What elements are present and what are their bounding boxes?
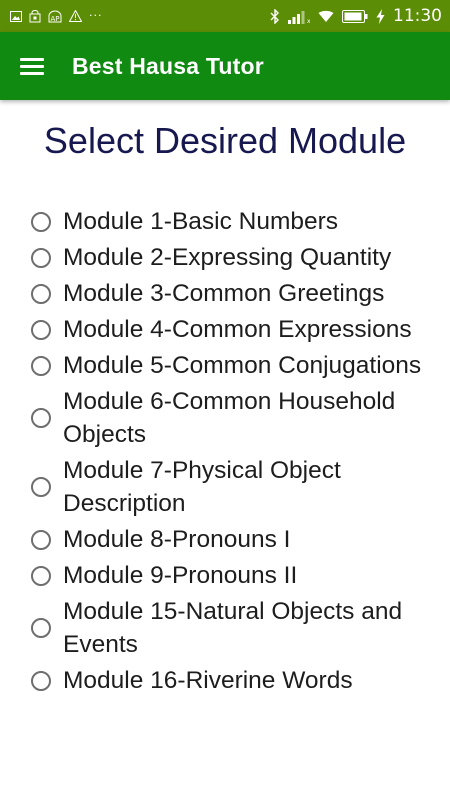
module-radio-item[interactable]: Module 4-Common Expressions bbox=[31, 313, 441, 346]
module-radio-item[interactable]: Module 1-Basic Numbers bbox=[31, 205, 441, 238]
module-label: Module 9-Pronouns II bbox=[63, 562, 298, 589]
radio-button[interactable] bbox=[31, 477, 51, 497]
module-radio-item[interactable]: Module 9-Pronouns II bbox=[31, 559, 441, 592]
module-radio-item[interactable]: Module 8-Pronouns I bbox=[31, 523, 441, 556]
module-radio-group: Module 1-Basic Numbers Module 2-Expressin… bbox=[31, 205, 441, 700]
module-radio-item[interactable]: Module 7-Physical Object Description bbox=[31, 454, 441, 520]
module-radio-item[interactable]: Module 2-Expressing Quantity bbox=[31, 241, 441, 274]
battery-icon bbox=[342, 9, 368, 23]
ap-icon: AP bbox=[48, 10, 62, 23]
radio-button[interactable] bbox=[31, 408, 51, 428]
module-label: Module 5-Common Conjugations bbox=[63, 352, 422, 379]
module-radio-item[interactable]: Module 15-Natural Objects and Events bbox=[31, 595, 441, 661]
image-icon bbox=[10, 10, 22, 22]
radio-button[interactable] bbox=[31, 355, 51, 376]
status-bar: AP ··· x 11:30 bbox=[0, 0, 450, 32]
overflow-indicator: ··· bbox=[89, 8, 103, 22]
radio-button[interactable] bbox=[31, 529, 51, 550]
radio-button[interactable] bbox=[31, 283, 51, 304]
radio-button[interactable] bbox=[31, 247, 51, 268]
module-label: Module 8-Pronouns I bbox=[63, 526, 291, 553]
module-radio-item[interactable]: Module 16-Riverine Words bbox=[31, 664, 441, 697]
svg-text:x: x bbox=[307, 18, 310, 24]
radio-button[interactable] bbox=[31, 618, 51, 638]
warning-icon bbox=[69, 10, 82, 22]
app-title: Best Hausa Tutor bbox=[72, 52, 264, 79]
module-label: Module 1-Basic Numbers bbox=[63, 208, 339, 235]
charging-icon bbox=[376, 8, 385, 24]
module-radio-item[interactable]: Module 6-Common Household Objects bbox=[31, 385, 441, 451]
hamburger-menu-icon[interactable] bbox=[20, 51, 50, 81]
cart-lock-icon bbox=[29, 9, 41, 23]
status-time: 11:30 bbox=[393, 6, 442, 26]
app-bar: Best Hausa Tutor bbox=[0, 32, 450, 100]
bluetooth-icon bbox=[270, 8, 280, 24]
module-radio-item[interactable]: Module 3-Common Greetings bbox=[31, 277, 441, 310]
module-label: Module 2-Expressing Quantity bbox=[63, 244, 392, 271]
module-label: Module 15-Natural Objects and Events bbox=[63, 598, 403, 658]
module-label: Module 7-Physical Object Description bbox=[63, 457, 341, 517]
svg-text:AP: AP bbox=[50, 15, 59, 23]
radio-button[interactable] bbox=[31, 211, 51, 232]
signal-icon: x bbox=[288, 9, 310, 24]
radio-button[interactable] bbox=[31, 670, 51, 691]
module-label: Module 6-Common Household Objects bbox=[63, 388, 396, 448]
wifi-icon bbox=[318, 10, 334, 23]
module-radio-item[interactable]: Module 5-Common Conjugations bbox=[31, 349, 441, 382]
module-label: Module 16-Riverine Words bbox=[63, 667, 353, 694]
status-right-icons: x 11:30 bbox=[270, 6, 442, 26]
radio-button[interactable] bbox=[31, 565, 51, 586]
page-heading: Select Desired Module bbox=[43, 120, 407, 161]
radio-button[interactable] bbox=[31, 319, 51, 340]
module-label: Module 4-Common Expressions bbox=[63, 316, 412, 343]
status-left-icons: AP ··· bbox=[10, 8, 103, 23]
module-label: Module 3-Common Greetings bbox=[63, 280, 385, 307]
